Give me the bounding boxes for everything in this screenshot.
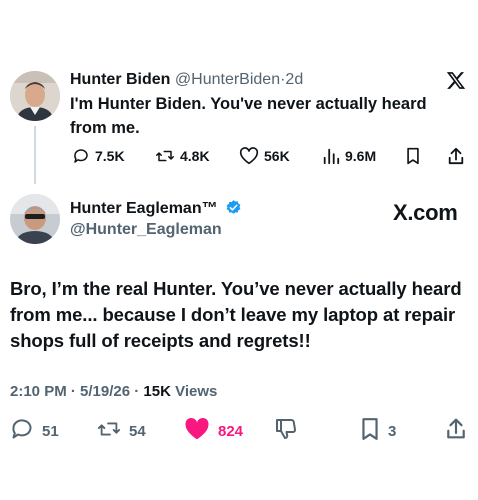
reply-icon bbox=[10, 417, 34, 445]
bookmark-button[interactable]: 3 bbox=[360, 417, 396, 445]
quoted-post-age[interactable]: 2d bbox=[285, 71, 303, 88]
main-author-handle[interactable]: @Hunter_Eagleman bbox=[70, 221, 222, 239]
avatar-hunter-eagleman[interactable] bbox=[10, 194, 60, 244]
post-time-date[interactable]: 2:10 PM · 5/19/26 · bbox=[10, 383, 143, 400]
post-views-label: Views bbox=[170, 383, 218, 400]
heart-icon bbox=[184, 417, 210, 445]
quoted-reply-count: 7.5K bbox=[95, 148, 125, 164]
post-timestamp: 2:10 PM · 5/19/26 · 15K Views bbox=[10, 383, 217, 400]
site-watermark: X.com bbox=[393, 200, 458, 225]
repost-count: 54 bbox=[129, 422, 146, 440]
quoted-bookmark-button[interactable] bbox=[405, 147, 421, 170]
repost-icon bbox=[155, 147, 175, 165]
post-views-count: 15K bbox=[143, 383, 171, 400]
avatar-hunter-biden[interactable] bbox=[10, 71, 60, 121]
share-icon bbox=[445, 418, 467, 445]
repost-button[interactable]: 54 bbox=[97, 417, 146, 445]
thread-connector bbox=[34, 126, 36, 184]
share-icon bbox=[447, 147, 465, 170]
main-post-text: Bro, I’m the real Hunter. You’ve never a… bbox=[10, 278, 462, 351]
quoted-author-name[interactable]: Hunter Biden bbox=[70, 71, 170, 88]
reply-icon bbox=[72, 147, 90, 165]
views-icon bbox=[322, 147, 340, 165]
quoted-author-line: Hunter Biden @HunterBiden·2d bbox=[70, 71, 303, 89]
bookmark-icon bbox=[405, 147, 421, 169]
main-author-name-row: Hunter Eagleman™ bbox=[70, 199, 242, 221]
quoted-repost-count: 4.8K bbox=[180, 148, 210, 164]
share-button[interactable] bbox=[445, 416, 467, 446]
repost-icon bbox=[97, 417, 121, 445]
reply-button[interactable]: 51 bbox=[10, 417, 59, 445]
bookmark-icon bbox=[360, 417, 380, 445]
quoted-author-handle[interactable]: @HunterBiden bbox=[175, 71, 280, 88]
quoted-repost-stat[interactable]: 4.8K bbox=[155, 147, 210, 165]
like-count: 824 bbox=[218, 422, 244, 440]
quoted-like-count: 56K bbox=[264, 148, 290, 164]
reply-count: 51 bbox=[42, 422, 59, 440]
quoted-views-stat[interactable]: 9.6M bbox=[322, 147, 376, 165]
quoted-views-count: 9.6M bbox=[345, 148, 377, 164]
like-button[interactable]: 824 bbox=[184, 417, 243, 445]
quoted-post-text: I'm Hunter Biden. You've never actually … bbox=[70, 95, 427, 137]
verified-icon bbox=[225, 199, 242, 221]
quoted-like-stat[interactable]: 56K bbox=[239, 147, 290, 165]
dislike-icon bbox=[275, 418, 297, 445]
quoted-share-button[interactable] bbox=[447, 146, 465, 171]
dislike-button[interactable] bbox=[275, 417, 297, 446]
quoted-reply-stat[interactable]: 7.5K bbox=[72, 147, 125, 165]
main-author-name[interactable]: Hunter Eagleman™ bbox=[70, 200, 218, 217]
bookmark-count: 3 bbox=[388, 422, 397, 440]
heart-icon bbox=[239, 147, 259, 165]
